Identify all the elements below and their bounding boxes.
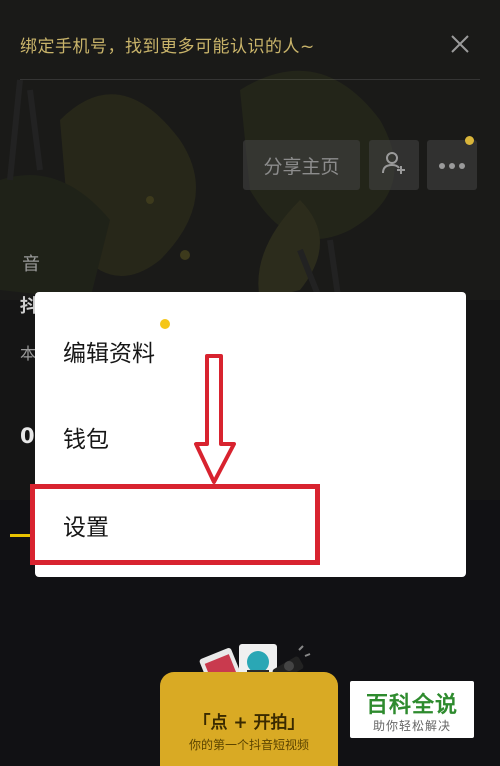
banner-divider	[20, 79, 480, 80]
more-button[interactable]	[427, 140, 477, 190]
settings-highlight-box	[30, 484, 320, 565]
menu-item-edit-profile[interactable]: 编辑资料	[63, 334, 155, 368]
share-profile-button[interactable]: 分享主页	[243, 140, 360, 190]
notification-dot	[465, 136, 474, 145]
annotation-arrow-icon	[190, 352, 240, 487]
profile-stat: 0	[20, 424, 35, 448]
bind-phone-banner: 绑定手机号，找到更多可能认识的人~	[0, 0, 500, 80]
menu-item-wallet[interactable]: 钱包	[63, 420, 109, 454]
watermark-subtitle: 助你轻松解决	[372, 719, 451, 733]
more-icon	[438, 156, 466, 175]
close-icon[interactable]	[450, 34, 470, 54]
watermark-title: 百科全说	[365, 693, 458, 718]
start-shooting-card[interactable]: 「点 + 开拍」 你的第一个抖音短视频	[160, 672, 338, 766]
add-friend-button[interactable]	[369, 140, 419, 190]
banner-text: 绑定手机号，找到更多可能认识的人~	[20, 37, 315, 57]
card-subtitle: 你的第一个抖音短视频	[188, 738, 309, 752]
profile-fragment: 音	[22, 254, 40, 275]
card-title: 「点 + 开拍」	[193, 713, 305, 733]
baike-watermark: 百科全说 助你轻松解决	[350, 681, 474, 738]
new-indicator-dot	[160, 319, 170, 329]
profile-fragment: 本	[20, 344, 37, 363]
add-friend-icon	[380, 149, 408, 181]
